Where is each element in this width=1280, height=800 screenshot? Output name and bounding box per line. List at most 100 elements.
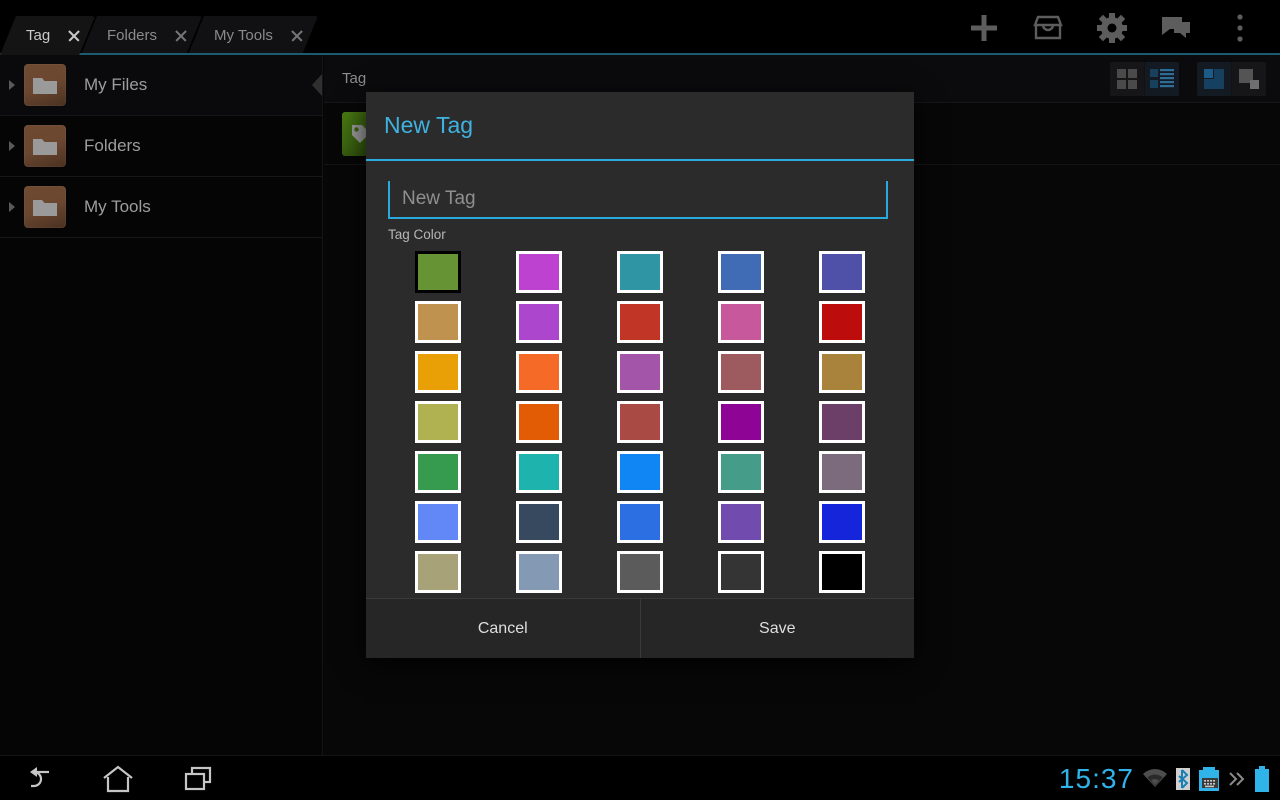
expand-status[interactable]	[1228, 770, 1246, 788]
home-icon	[102, 765, 134, 793]
color-swatch-7[interactable]	[617, 301, 663, 343]
status-icons: 15:37	[1059, 756, 1270, 800]
color-swatch-31[interactable]	[516, 551, 562, 593]
swatch-cell	[818, 500, 866, 544]
swatch-cell	[717, 500, 765, 544]
wifi-status[interactable]	[1142, 769, 1168, 789]
color-swatch-26[interactable]	[516, 501, 562, 543]
tag-color-label: Tag Color	[388, 227, 892, 242]
tag-name-input[interactable]	[388, 181, 888, 219]
save-button[interactable]: Save	[640, 599, 915, 658]
swatch-cell	[717, 400, 765, 444]
color-swatch-13[interactable]	[718, 351, 764, 393]
color-swatch-33[interactable]	[718, 551, 764, 593]
color-swatch-16[interactable]	[516, 401, 562, 443]
battery-icon	[1254, 766, 1270, 792]
color-swatch-12[interactable]	[617, 351, 663, 393]
swatch-cell	[515, 500, 563, 544]
swatch-cell	[818, 250, 866, 294]
swatch-cell	[414, 250, 462, 294]
color-swatch-9[interactable]	[819, 301, 865, 343]
color-swatch-18[interactable]	[718, 401, 764, 443]
swatch-cell	[616, 250, 664, 294]
color-swatch-5[interactable]	[415, 301, 461, 343]
close-icon[interactable]	[66, 28, 81, 43]
battery-status[interactable]	[1254, 766, 1270, 792]
swatch-cell	[616, 350, 664, 394]
dialog-actions: Cancel Save	[366, 598, 914, 658]
back-button[interactable]	[12, 756, 64, 800]
color-swatch-14[interactable]	[819, 351, 865, 393]
swatch-cell	[818, 300, 866, 344]
color-swatch-32[interactable]	[617, 551, 663, 593]
swatch-cell	[818, 350, 866, 394]
swatch-cell	[414, 300, 462, 344]
swatch-cell	[515, 300, 563, 344]
cancel-button[interactable]: Cancel	[366, 599, 640, 658]
color-swatch-29[interactable]	[819, 501, 865, 543]
swatch-cell	[515, 350, 563, 394]
keyboard-icon	[1198, 767, 1220, 791]
new-tag-dialog: New Tag Tag Color Cancel Save	[366, 92, 914, 658]
dialog-title: New Tag	[366, 92, 914, 159]
swatch-cell	[717, 250, 765, 294]
color-swatch-8[interactable]	[718, 301, 764, 343]
back-icon	[23, 766, 53, 792]
color-swatch-1[interactable]	[516, 251, 562, 293]
color-swatch-21[interactable]	[516, 451, 562, 493]
recent-apps-icon	[183, 766, 213, 792]
swatch-cell	[515, 550, 563, 594]
swatch-cell	[717, 450, 765, 494]
swatch-cell	[717, 300, 765, 344]
swatch-cell	[515, 450, 563, 494]
color-swatch-23[interactable]	[718, 451, 764, 493]
swatch-cell	[414, 500, 462, 544]
swatch-cell	[414, 350, 462, 394]
chevron-double-right-icon	[1228, 770, 1246, 788]
color-swatch-10[interactable]	[415, 351, 461, 393]
color-swatch-11[interactable]	[516, 351, 562, 393]
app-root: TagFoldersMy Tools	[0, 0, 1280, 800]
swatch-cell	[414, 400, 462, 444]
color-swatch-28[interactable]	[718, 501, 764, 543]
color-swatch-19[interactable]	[819, 401, 865, 443]
dialog-body: Tag Color	[366, 161, 914, 598]
color-swatch-17[interactable]	[617, 401, 663, 443]
swatch-cell	[818, 400, 866, 444]
tab-label: Tag	[26, 27, 50, 44]
color-swatch-30[interactable]	[415, 551, 461, 593]
color-swatch-4[interactable]	[819, 251, 865, 293]
recent-apps-button[interactable]	[172, 756, 224, 800]
system-navigation-bar: 15:37	[0, 755, 1280, 800]
bluetooth-icon	[1176, 768, 1190, 790]
swatch-cell	[414, 450, 462, 494]
color-swatch-24[interactable]	[819, 451, 865, 493]
keyboard-status[interactable]	[1198, 767, 1220, 791]
tag-color-swatch-grid	[388, 250, 892, 594]
color-swatch-0[interactable]	[415, 251, 461, 293]
color-swatch-25[interactable]	[415, 501, 461, 543]
system-nav-buttons	[12, 756, 224, 800]
color-swatch-15[interactable]	[415, 401, 461, 443]
color-swatch-34[interactable]	[819, 551, 865, 593]
tab-tag[interactable]: Tag	[0, 16, 95, 55]
wifi-icon	[1142, 769, 1168, 789]
color-swatch-27[interactable]	[617, 501, 663, 543]
swatch-cell	[616, 550, 664, 594]
color-swatch-20[interactable]	[415, 451, 461, 493]
swatch-cell	[616, 300, 664, 344]
color-swatch-3[interactable]	[718, 251, 764, 293]
swatch-cell	[717, 550, 765, 594]
color-swatch-2[interactable]	[617, 251, 663, 293]
swatch-cell	[717, 350, 765, 394]
color-swatch-22[interactable]	[617, 451, 663, 493]
swatch-cell	[414, 550, 462, 594]
color-swatch-6[interactable]	[516, 301, 562, 343]
bluetooth-status[interactable]	[1176, 768, 1190, 790]
swatch-cell	[616, 450, 664, 494]
status-clock: 15:37	[1059, 763, 1134, 795]
swatch-cell	[616, 500, 664, 544]
swatch-cell	[818, 450, 866, 494]
swatch-cell	[616, 400, 664, 444]
home-button[interactable]	[92, 756, 144, 800]
